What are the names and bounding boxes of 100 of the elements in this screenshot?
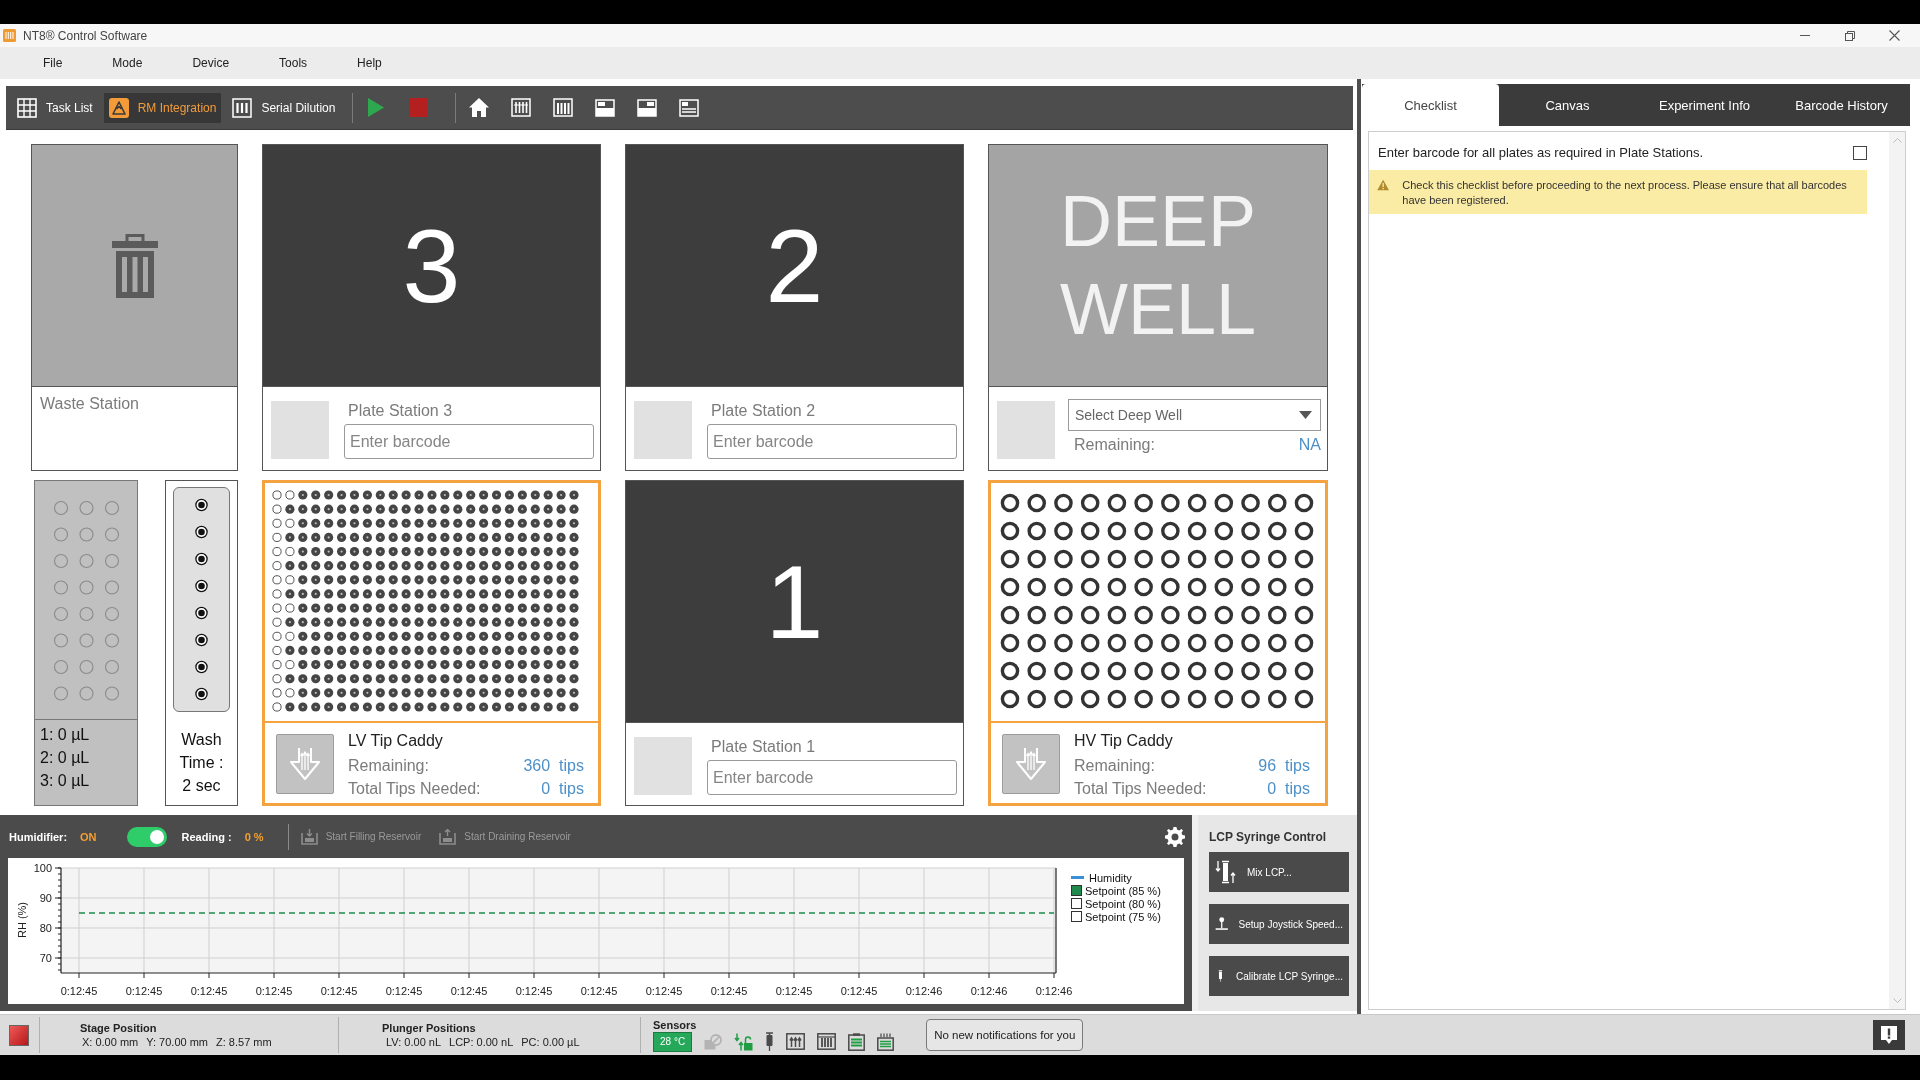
reservoir-well-icon — [104, 500, 120, 516]
reading-value: 0 % — [244, 830, 264, 843]
tips-needed-unit: tips — [1285, 779, 1310, 800]
settings-button[interactable] — [1164, 825, 1186, 848]
mode-tab[interactable]: Serial Dilution — [227, 92, 341, 123]
tips-needed-label: Total Tips Needed: — [348, 779, 481, 800]
tips-needed-count: 0 — [1266, 779, 1277, 800]
reservoir-well-icon — [53, 527, 69, 542]
menu-item[interactable]: File — [18, 53, 88, 73]
reservoir-well-icon — [79, 606, 94, 622]
warning-icon — [1377, 178, 1390, 192]
wash-well-icon — [195, 498, 208, 512]
plate-station-number: 2 — [765, 213, 824, 318]
legend-label: Humidity — [1089, 871, 1132, 884]
x-tick-label: 0:12:45 — [840, 985, 878, 997]
x-tick-label: 0:12:45 — [450, 985, 488, 997]
grid-icon — [17, 97, 37, 118]
x-tick-label: 0:12:46 — [1035, 985, 1073, 997]
notification-box[interactable]: No new notifications for you — [926, 1019, 1084, 1051]
x-tick-label: 0:12:45 — [580, 985, 618, 997]
lcp-action-button[interactable]: Mix LCP... — [1209, 852, 1349, 892]
wash-well-icon — [195, 579, 208, 593]
reservoir-well-icon — [104, 633, 120, 648]
reservoir-well-icon — [53, 659, 69, 675]
reservoir-volume: 3: 0 µL — [40, 771, 91, 791]
plate-station-label: Plate Station 2 — [711, 401, 817, 421]
tray-down-arrow-icon — [300, 828, 318, 845]
plate-thumbnail — [271, 401, 329, 459]
temperature-badge: 28 °C — [653, 1031, 693, 1052]
reservoir-well-icon — [104, 553, 120, 569]
legend-checkbox[interactable] — [1071, 911, 1082, 922]
syringe-arrows-icon — [1215, 860, 1237, 884]
wash-well-icon — [195, 660, 208, 674]
mode-tab[interactable]: Task List — [12, 92, 98, 123]
reservoir-well-icon — [104, 580, 120, 595]
settings-icon — [1165, 826, 1185, 847]
wash-well-icon — [195, 525, 208, 539]
reservoir-well-icon — [104, 527, 120, 542]
y-axis-title: RH (%) — [16, 901, 28, 939]
remaining-value: NA — [1298, 436, 1321, 454]
panel-tab[interactable]: Canvas — [1499, 84, 1636, 126]
panel-tab[interactable]: Experiment Info — [1636, 84, 1773, 126]
x-tick-label: 0:12:45 — [60, 985, 98, 997]
reading-label: Reading : — [181, 830, 232, 843]
deep-well-dropdown[interactable]: Select Deep Well — [1068, 399, 1321, 431]
plunger-position-value: LV: 0.00 nL — [386, 1036, 442, 1048]
tray-up-arrow-icon — [439, 828, 457, 845]
reservoir-well-icon — [53, 553, 69, 569]
humidifier-toggle[interactable] — [126, 826, 167, 847]
reservoir-well-icon — [79, 580, 94, 595]
tips-needed-count: 0 — [540, 779, 551, 800]
x-tick-label: 0:12:45 — [190, 985, 228, 997]
plate-station-number: 1 — [765, 549, 824, 654]
panel-tab[interactable]: Barcode History — [1773, 84, 1910, 126]
menu-item[interactable]: Device — [167, 53, 255, 73]
legend-checkbox[interactable] — [1071, 885, 1082, 896]
menu-item[interactable]: Tools — [254, 53, 333, 73]
panel-tab[interactable]: Checklist — [1362, 84, 1499, 126]
reservoir-volume: 2: 0 µL — [40, 748, 91, 768]
y-tick-label: 70 — [39, 952, 52, 964]
mountain-tile-icon — [108, 97, 129, 118]
scroll-down-icon — [1892, 998, 1902, 1003]
reservoir-well-icon — [53, 686, 69, 701]
reservoir-well-icon — [79, 527, 94, 542]
scrollbar[interactable] — [1889, 132, 1905, 1009]
legend-checkbox[interactable] — [1071, 898, 1082, 909]
minimize-icon — [1799, 35, 1810, 36]
x-tick-label: 0:12:45 — [515, 985, 553, 997]
tip-caddy-button[interactable] — [1002, 734, 1060, 794]
reservoir-well-icon — [53, 500, 69, 516]
plate-thumbnail — [634, 737, 692, 795]
lcp-action-button[interactable]: Setup Joystick Speed... — [1209, 904, 1349, 944]
window-title: NT8® Control Software — [23, 28, 148, 43]
play-icon — [368, 98, 385, 117]
menu-item[interactable]: Help — [332, 53, 407, 73]
stage-position-value: Y: 70.00 mm — [146, 1036, 208, 1048]
mode-tab[interactable]: RM Integration — [103, 92, 222, 123]
barcode-input[interactable]: Enter barcode — [707, 760, 957, 795]
plate-station-label: Plate Station 1 — [711, 737, 817, 757]
checklist-checkbox[interactable] — [1853, 145, 1867, 160]
barcode-input[interactable]: Enter barcode — [707, 424, 957, 459]
menu-item[interactable]: Mode — [87, 53, 168, 73]
wash-well-icon — [195, 633, 208, 647]
reservoir-well-icon — [104, 606, 120, 622]
wash-well-icon — [195, 687, 208, 701]
warning-text: Check this checklist before proceeding to the next process. Please ensure that all barcodes have been registered. — [1402, 178, 1848, 208]
window-layout-icon — [595, 98, 616, 117]
barcode-input[interactable]: Enter barcode — [344, 424, 594, 459]
tips-down-arrow-icon — [1014, 746, 1048, 782]
y-tick-label: 100 — [33, 862, 52, 874]
lcp-action-button[interactable]: Calibrate LCP Syringe... — [1209, 956, 1349, 996]
reservoir-well-icon — [79, 659, 94, 675]
reservoir-volume: 1: 0 µL — [40, 725, 91, 745]
stage-position-value: X: 0.00 mm — [82, 1036, 139, 1048]
humidifier-status: ON — [80, 830, 97, 843]
alert-bubble-icon[interactable] — [1873, 1020, 1905, 1050]
reservoir-well-icon — [53, 580, 69, 595]
tip-caddy-button[interactable] — [276, 734, 334, 794]
legend-label: Setpoint (80 %) — [1085, 897, 1161, 910]
remaining-count: 360 — [522, 755, 551, 776]
